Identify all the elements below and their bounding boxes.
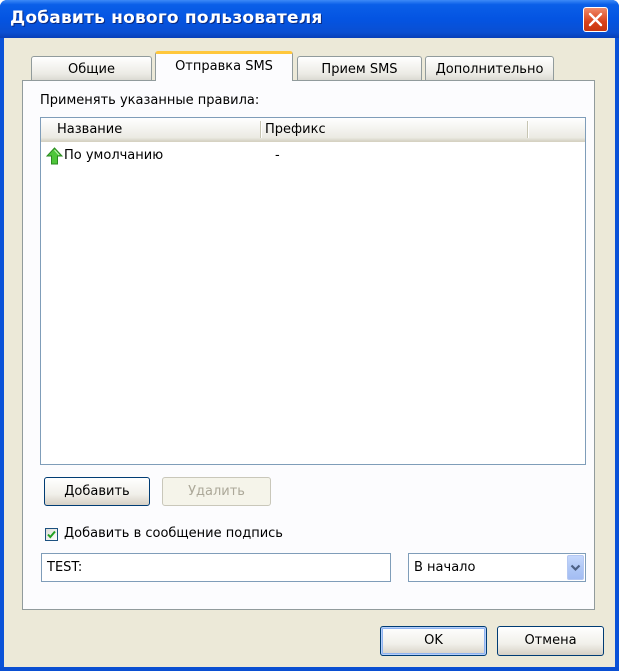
cancel-button[interactable]: Отмена bbox=[497, 626, 604, 656]
tab-receive-sms-label: Прием SMS bbox=[321, 62, 398, 77]
tab-general-label: Общие bbox=[68, 62, 115, 77]
close-button[interactable] bbox=[583, 7, 608, 32]
list-item[interactable]: По умолчанию - bbox=[41, 145, 585, 167]
tab-send-sms-label: Отправка SMS bbox=[175, 59, 273, 74]
close-icon bbox=[588, 12, 603, 27]
signature-checkbox[interactable] bbox=[45, 528, 58, 541]
dropdown-button[interactable] bbox=[567, 555, 584, 580]
signature-position-value: В начало bbox=[414, 560, 476, 575]
tab-general[interactable]: Общие bbox=[31, 56, 152, 81]
signature-input[interactable]: TEST: bbox=[41, 553, 391, 582]
row-prefix: - bbox=[275, 148, 280, 163]
signature-position-select[interactable]: В начало bbox=[408, 553, 586, 582]
rules-caption: Применять указанные правила: bbox=[40, 93, 260, 108]
tab-advanced[interactable]: Дополнительно bbox=[425, 56, 554, 81]
ok-button[interactable]: OK bbox=[380, 626, 487, 656]
signature-checkbox-label[interactable]: Добавить в сообщение подпись bbox=[64, 526, 283, 541]
tab-send-sms[interactable]: Отправка SMS bbox=[155, 51, 293, 81]
tab-receive-sms[interactable]: Прием SMS bbox=[297, 56, 422, 81]
list-header: Название Префикс bbox=[41, 118, 585, 142]
dialog-window: Добавить нового пользователя Общие Отпра… bbox=[0, 0, 619, 671]
tab-advanced-label: Дополнительно bbox=[435, 62, 544, 77]
window-title: Добавить нового пользователя bbox=[10, 8, 323, 28]
rules-list[interactable]: Название Префикс По умолчанию - bbox=[40, 117, 586, 465]
add-rule-button[interactable]: Добавить bbox=[44, 477, 150, 506]
chevron-down-icon bbox=[570, 564, 581, 572]
title-bar[interactable]: Добавить нового пользователя bbox=[0, 0, 619, 38]
row-name: По умолчанию bbox=[64, 148, 164, 163]
column-name-header[interactable]: Название bbox=[57, 118, 122, 141]
green-up-arrow-icon bbox=[46, 147, 63, 165]
checkmark-icon bbox=[47, 530, 56, 539]
column-prefix-header[interactable]: Префикс bbox=[265, 118, 326, 141]
delete-rule-button[interactable]: Удалить bbox=[162, 477, 271, 506]
